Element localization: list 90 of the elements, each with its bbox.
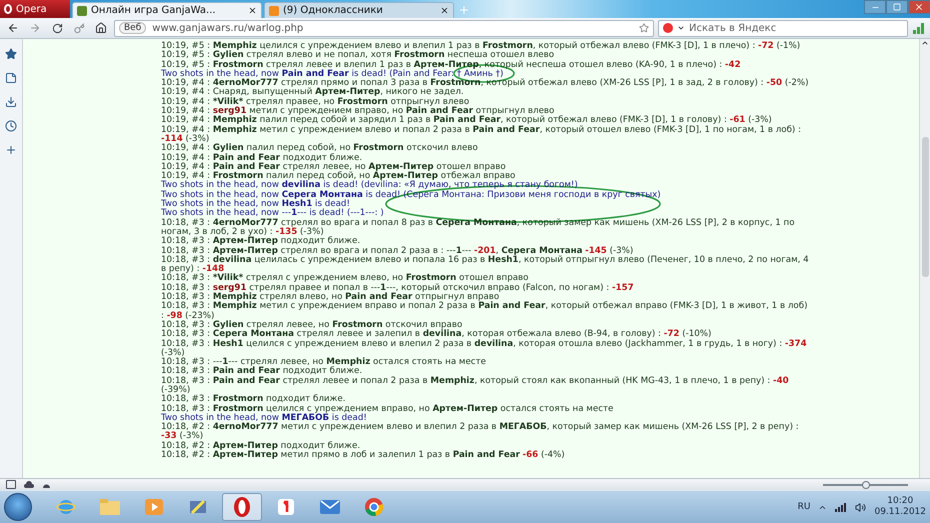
close-icon <box>914 2 924 12</box>
star-icon[interactable] <box>639 23 649 33</box>
log-line: 10:19, #4 : serg91 метил с упреждением вправо, но Pain and Fear отпрыгнул влево <box>161 107 554 116</box>
kill-message: Two shots in the head, now Hesh1 is dead! <box>161 200 350 210</box>
log-line: 10:18, #3 : Memphiz метил с упреждением вправо и попал 2 раза в Pain and Fear, который отбежал вправо (FMK-3 [D], 1 в живот, 1 в лоб) : -98 (-23%) <box>161 302 808 321</box>
close-button[interactable] <box>908 0 930 14</box>
log-line: 10:18, #3 : Hesh1 целился с упреждением влево и влепил 2 раза в devilina, которая отошла влево (Jackhammer, 1 в грудь, 1 в ногу) : -374 (-3%) <box>161 340 808 358</box>
mail-icon <box>319 498 341 516</box>
log-line: 10:19, #4 : Memphiz метил с упреждением влево и попал 2 раза в Pain and Fear, который отошел влево (FMK-3 [D], 1 по ногам, 1 в лоб) : -114 (-3%) <box>161 126 802 144</box>
log-line: 10:18, #3 : Frostmorn целился с упреждением вправо, но Артем-Питер остался стоять на месте <box>161 404 614 414</box>
search-input[interactable]: Искать в Яндекс <box>689 22 903 34</box>
opera-menu-button[interactable]: Opera <box>0 0 70 18</box>
note-icon <box>5 72 17 84</box>
back-arrow-icon <box>7 22 19 34</box>
browser-tab[interactable]: Онлайн игра GanjaWa... <box>72 2 262 18</box>
log-line: 10:18, #3 : devilina целилась с упреждением влево и попала 16 раз в Hesh1, который отпрыгнул влево (Печенег, 10 в плечо, 2 по ногам, 4 в репу) : -148 <box>161 256 810 274</box>
cloud-icon[interactable] <box>24 481 34 488</box>
log-line: 10:19, #5 : Memphiz целился с упреждением влево и влепил 1 раз в Frostmorn, который отбежал влево (FMK-3 [D], 1 в плечо) : -72 (-1%) <box>161 42 800 51</box>
maximize-icon <box>893 3 901 11</box>
play-icon <box>144 497 164 517</box>
log-line: 10:19, #4 : Frostmorn палил перед собой, но Артем-Питер отбежал вправо <box>161 172 516 182</box>
log-line: 10:18, #3 : Memphiz стрелял влево, но Pain and Fear отпрыгнул вправо <box>161 293 500 302</box>
log-line: 10:19, #4 : Pain and Fear подходит ближе. <box>161 154 362 163</box>
log-line: 10:18, #3 : serg91 стрелял правее и попал в ---1---, который отскочил вправо (Falcon, по ногам) : -157 <box>161 284 634 293</box>
reload-icon <box>52 22 62 34</box>
web-badge: Веб <box>119 22 146 34</box>
browser-tab[interactable]: (9) Одноклассники <box>264 2 454 18</box>
folder-icon <box>99 498 121 516</box>
log-line: 10:18, #2 : 4ernoMor777 метил с упреждением влево и влепил 2 раза в МЕГАБОБ, который замер как мишень (XM-26 LSS [P], 2 в репу) : -33 (-3%) <box>161 423 800 442</box>
log-line: 10:18, #2 : Артем-Питер подходит ближе. <box>161 442 360 451</box>
yandex-icon <box>663 23 673 33</box>
kill-message: Two shots in the head, now Pain and Fear is dead! (Pain and Fear: † Аминь †) <box>161 70 504 79</box>
volume-icon[interactable] <box>855 502 866 512</box>
log-line: 10:19, #4 : Memphiz палил перед собой и зарядил 1 раз в Pain and Fear, который отбежал влево (FMK-3 [D], 1 в голову) : -61 (-3%) <box>161 116 772 126</box>
site-icon <box>77 6 87 16</box>
scrollbar-thumb[interactable] <box>922 137 928 277</box>
language-indicator[interactable]: RU <box>798 502 810 512</box>
close-icon[interactable] <box>440 6 449 15</box>
log-line: 10:18, #3 : ---1--- стрелял левее, но Memphiz остался стоять на месте <box>161 358 486 368</box>
log-line: 10:18, #2 : Артем-Питер метил прямо в лоб и залепил 1 раз в Pain and Fear -66 (-4%) <box>161 451 565 460</box>
home-icon <box>95 22 107 34</box>
start-button[interactable] <box>4 493 32 521</box>
history-button[interactable] <box>3 119 19 133</box>
opera-icon <box>232 496 252 518</box>
star-icon <box>5 48 17 60</box>
log-line: 10:18, #3 : Серега Монтана стрелял левее и залепил в devilina, которая отбежала влево (B-94, в голову) : -72 (-10%) <box>161 330 712 340</box>
signal-bars-icon[interactable] <box>835 502 848 512</box>
log-line: 10:19, #5 : Frostmorn стрелял левее и влепил 1 раз в Артем-Питер, который неспеша отошел влево (KA-90, 1 в плечо) : -42 <box>161 60 741 70</box>
log-line: 10:18, #3 : Артем-Питер стрелял во врага и попал 2 раза в : ---1--- -201, Серега Монтана -145 (-3%) <box>161 246 634 256</box>
downloads-button[interactable] <box>3 95 19 109</box>
log-line: 10:19, #4 : Pain and Fear стрелял левее, но Артем-Питер отошел вправо <box>161 162 506 172</box>
log-line: 10:18, #3 : Gylien стрелял левее, но Frostmorn отскочил вправо <box>161 320 462 330</box>
log-line: 10:18, #3 : Pain and Fear подходит ближе. <box>161 367 362 376</box>
forward-arrow-icon <box>29 22 41 34</box>
signal-bars-icon <box>912 22 926 34</box>
log-line: 10:19, #4 : *Vilik* стрелял правее, но Frostmorn отпрыгнул влево <box>161 98 470 107</box>
panel-toggle-icon[interactable] <box>6 480 16 489</box>
download-icon <box>5 96 17 108</box>
notes-button[interactable] <box>3 71 19 85</box>
close-icon[interactable] <box>248 6 257 15</box>
yandex-icon <box>276 497 296 517</box>
address-field[interactable]: Веб www.ganjawars.ru/warlog.php <box>114 20 654 36</box>
url-text: www.ganjawars.ru/warlog.php <box>152 22 304 34</box>
key-icon <box>74 22 84 34</box>
scroll-up-icon[interactable] <box>921 39 929 47</box>
site-icon <box>269 6 279 16</box>
log-line: 10:18, #3 : Pain and Fear стрелял левее и попал 2 раза в Memphiz, который стоял как вкопанный (HK MG-43, 1 в плечо, 1 в репу) : -40 (-39%) <box>161 376 790 395</box>
zoom-slider-thumb[interactable] <box>862 480 870 488</box>
caret-icon[interactable] <box>677 24 685 32</box>
opera-logo-icon <box>4 4 12 14</box>
log-line: 10:18, #3 : *Vilik* стрелял с упреждением влево, но Frostmorn отошел вправо <box>161 274 528 284</box>
log-line: 10:19, #4 : Gylien палил перед собой, но Frostmorn отскочил влево <box>161 144 478 154</box>
log-line: 10:18, #3 : Артем-Питер подходит ближе. <box>161 237 360 246</box>
log-line: 10:18, #3 : Frostmorn подходит ближе. <box>161 395 346 404</box>
plus-icon <box>5 144 17 156</box>
clock-icon <box>5 120 17 132</box>
plus-icon <box>458 4 470 16</box>
globe-e-icon <box>56 497 76 517</box>
kill-message: Two shots in the head, now МЕГАБОБ is dead! <box>161 414 367 423</box>
tool-icon <box>188 497 208 517</box>
search-box[interactable]: Искать в Яндекс <box>658 20 908 36</box>
log-line: 10:19, #4 : Снаряд, выпущенный Артем-Питер, никого не задел. <box>161 88 464 98</box>
log-line: 10:19, #4 : 4ernoMor777 стрелял прямо и попал 3 раза в Frostmorn, который отбежал влево (XM-26 LSS [P], 1 в зад, 2 в голову) : -50 (-2%) <box>161 79 809 88</box>
taskbar-app-button[interactable] <box>222 493 262 521</box>
log-line: 10:19, #5 : Gylien стрелял влево и не попал, хотя Frostmorn неспеша отошел влево <box>161 51 554 60</box>
chrome-icon <box>364 497 384 517</box>
kill-message: Two shots in the head, now ---1--- is dead! (---1---: ) <box>161 209 384 218</box>
maximize-button[interactable] <box>886 0 908 14</box>
bookmarks-button[interactable] <box>3 47 19 61</box>
tray-clock[interactable]: 10:20 09.11.2012 <box>874 496 926 518</box>
